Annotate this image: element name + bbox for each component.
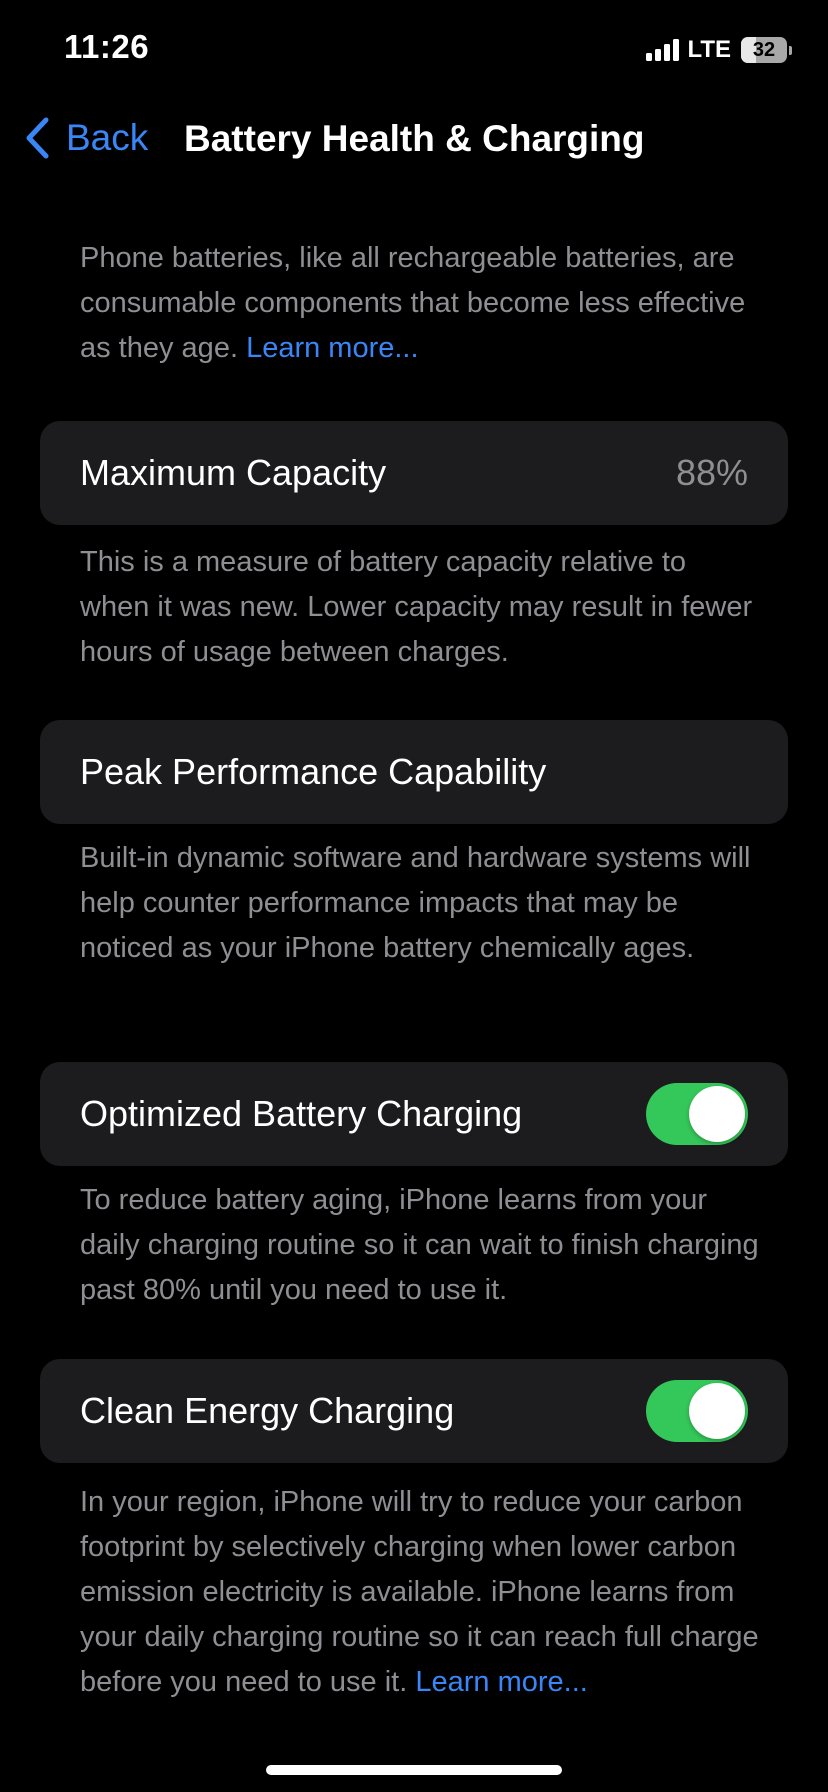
toggle-knob	[689, 1086, 745, 1142]
learn-more-link[interactable]: Learn more...	[415, 1666, 587, 1698]
battery-level: 32	[752, 38, 776, 61]
toggle-knob	[689, 1383, 745, 1439]
peak-performance-label: Peak Performance Capability	[80, 751, 547, 792]
optimized-charging-toggle[interactable]	[646, 1083, 748, 1145]
battery-cap	[789, 45, 792, 55]
clean-energy-label: Clean Energy Charging	[80, 1390, 455, 1431]
page-title: Battery Health & Charging	[184, 118, 645, 159]
home-indicator[interactable]	[266, 1765, 562, 1775]
maximum-capacity-description: This is a measure of battery capacity re…	[80, 546, 753, 668]
clean-energy-description: In your region, iPhone will try to reduc…	[80, 1480, 760, 1705]
maximum-capacity-label: Maximum Capacity	[80, 452, 387, 493]
network-type: LTE	[687, 36, 731, 63]
peak-performance-description: Built-in dynamic software and hardware s…	[80, 842, 751, 964]
optimized-charging-label: Optimized Battery Charging	[80, 1093, 523, 1134]
optimized-charging-row: Optimized Battery Charging	[40, 1062, 788, 1166]
navigation-bar: Back Battery Health & Charging	[0, 104, 828, 174]
battery-icon: 32	[741, 37, 787, 63]
chevron-left-icon	[26, 117, 49, 159]
status-indicators: LTE 32	[646, 34, 792, 66]
maximum-capacity-row: Maximum Capacity 88%	[40, 421, 788, 525]
learn-more-link[interactable]: Learn more...	[246, 332, 418, 364]
intro-description: Phone batteries, like all rechargeable b…	[80, 236, 760, 371]
back-label: Back	[66, 117, 149, 158]
status-bar: 11:26 LTE 32	[0, 0, 828, 100]
optimized-charging-description: To reduce battery aging, iPhone learns f…	[80, 1184, 759, 1306]
cellular-signal-icon	[646, 39, 680, 61]
maximum-capacity-value: 88%	[675, 452, 748, 493]
clean-energy-toggle[interactable]	[646, 1380, 748, 1442]
clean-energy-row: Clean Energy Charging	[40, 1359, 788, 1463]
status-time: 11:26	[64, 28, 150, 65]
peak-performance-row[interactable]: Peak Performance Capability	[40, 720, 788, 824]
back-button[interactable]: Back	[24, 116, 148, 160]
